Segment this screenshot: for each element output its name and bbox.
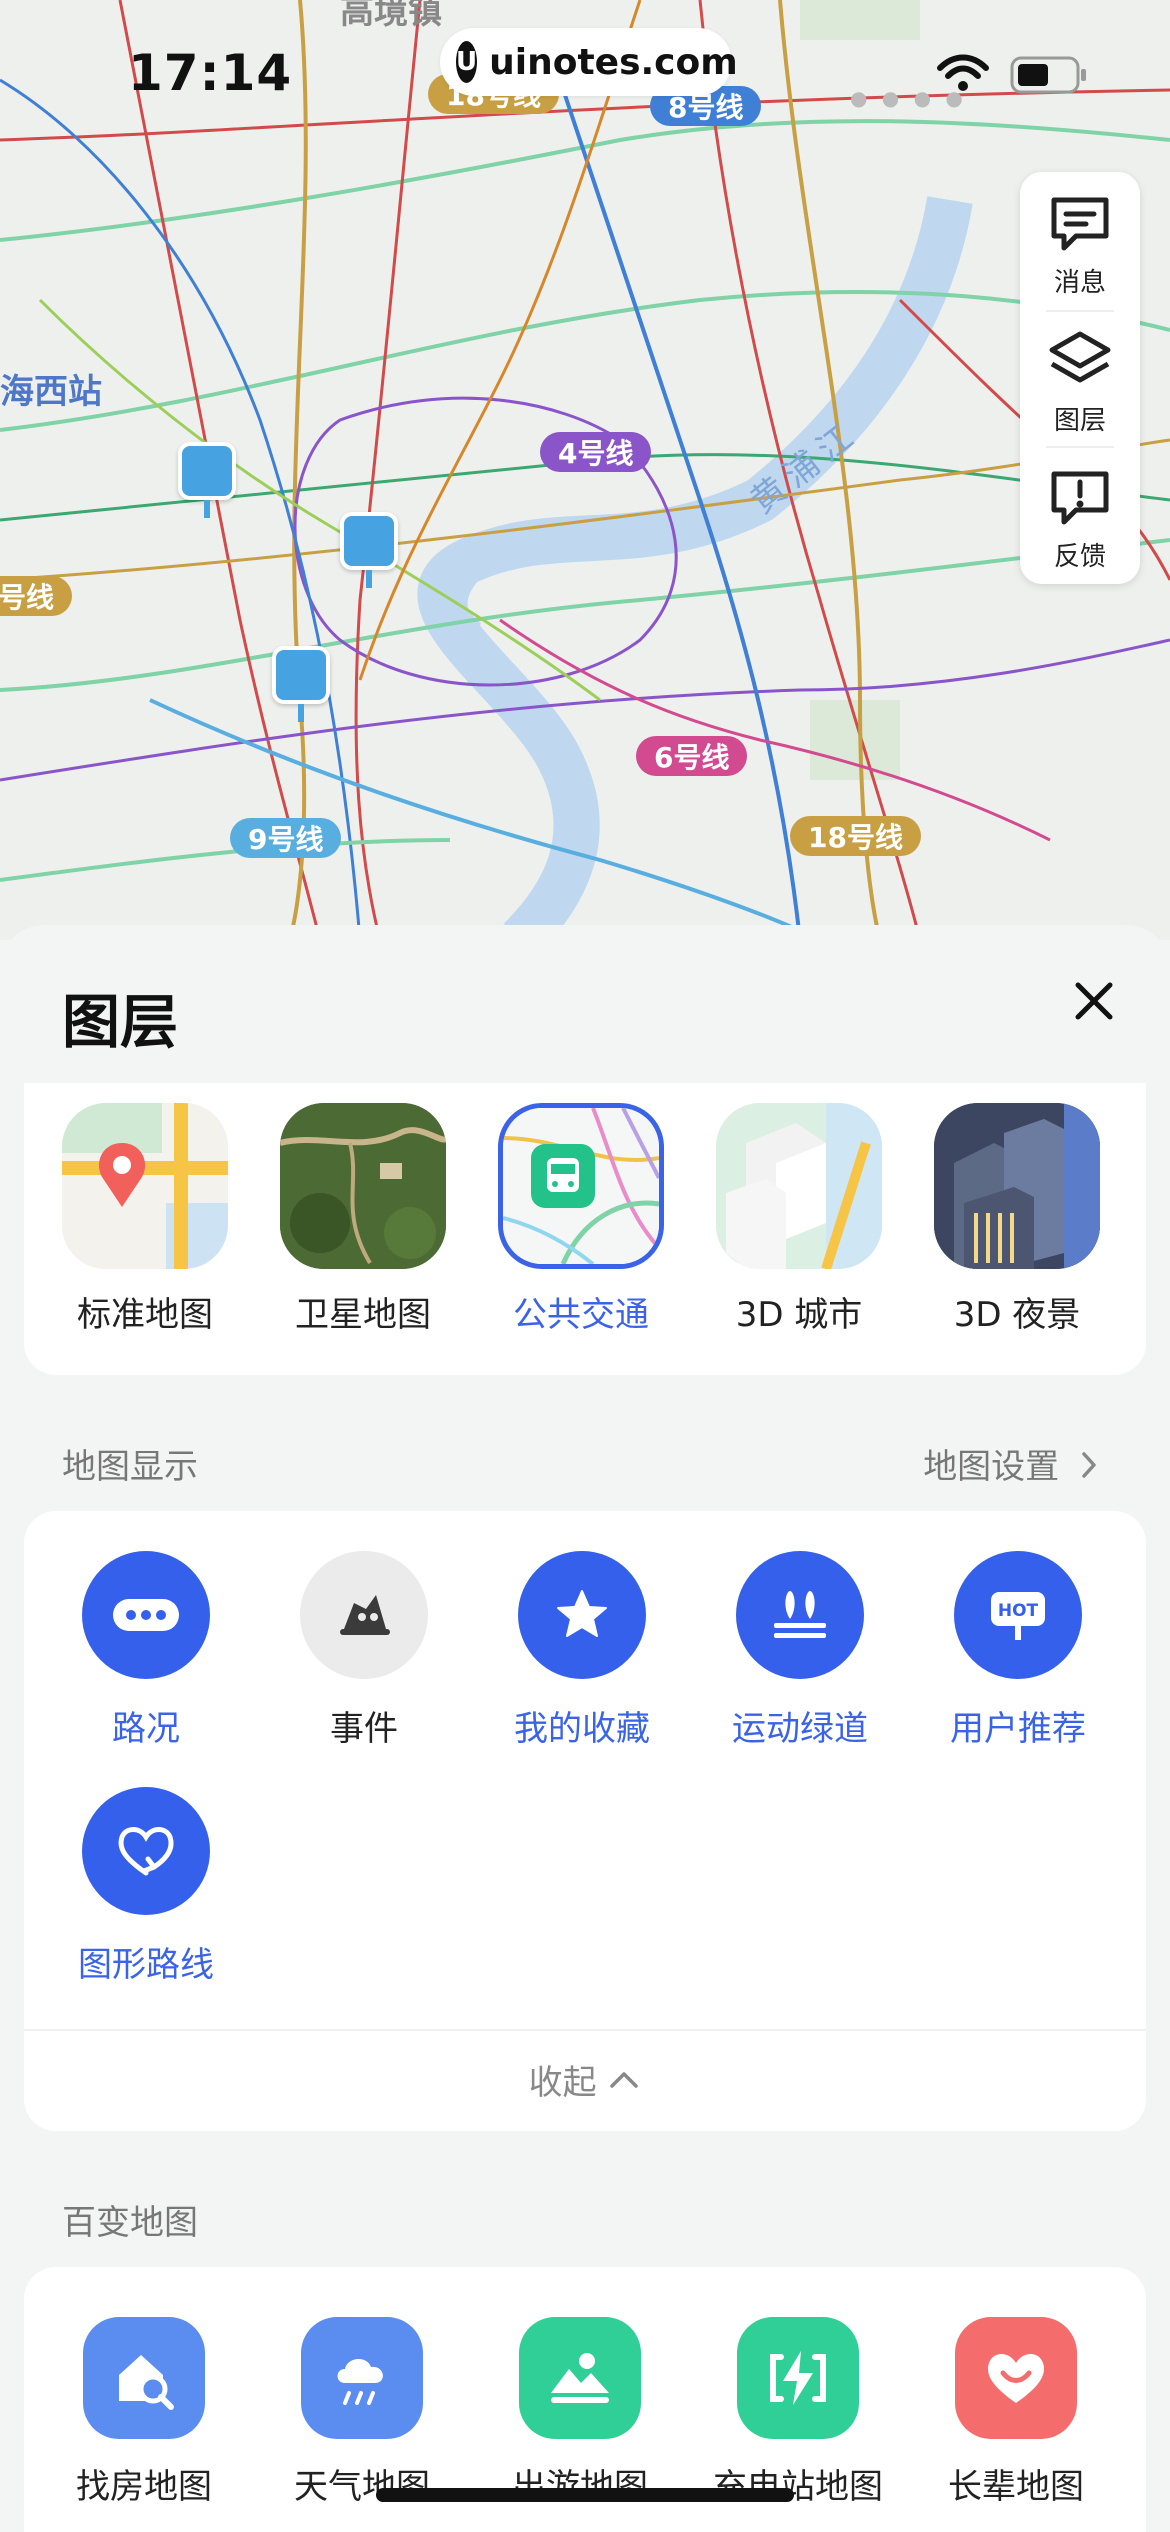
night-3d-thumb bbox=[934, 1103, 1100, 1269]
transit-map-art bbox=[503, 1108, 659, 1264]
layer-3d-night[interactable]: 3D 夜景 bbox=[934, 1103, 1100, 1336]
star-icon bbox=[518, 1551, 646, 1679]
metro-line-label: 18号线 bbox=[790, 816, 921, 856]
feedback-button[interactable]: 反馈 bbox=[1020, 446, 1140, 576]
transit-map-thumb bbox=[498, 1103, 664, 1269]
wifi-icon bbox=[937, 54, 989, 91]
collapse-button[interactable]: 收起 bbox=[24, 2055, 1146, 2104]
photo-pin-icon[interactable] bbox=[178, 442, 236, 518]
night-3d-art bbox=[934, 1103, 1100, 1269]
display-section-title: 地图显示 bbox=[62, 1447, 198, 1487]
charging-icon bbox=[737, 2317, 859, 2439]
feature-favorites[interactable]: 我的收藏 bbox=[497, 1551, 667, 1750]
layer-3d-city[interactable]: 3D 城市 bbox=[716, 1103, 882, 1336]
sheet-title: 图层 bbox=[62, 988, 179, 1056]
feature-label: 我的收藏 bbox=[514, 1709, 650, 1749]
variety-section-title: 百变地图 bbox=[62, 2203, 198, 2243]
feature-user-recommend[interactable]: HOT 用户推荐 bbox=[933, 1551, 1103, 1750]
photo-pin-icon[interactable] bbox=[272, 646, 330, 722]
layer-label: 卫星地图 bbox=[295, 1295, 431, 1335]
close-icon[interactable] bbox=[1062, 969, 1126, 1033]
layer-type-card: 标准地图 卫星地图 公共交通 3D 城市 3D 夜景 bbox=[24, 1083, 1146, 1375]
map-settings-label: 地图设置 bbox=[923, 1447, 1060, 1487]
heart-route-icon bbox=[82, 1787, 210, 1915]
elder-heart-icon bbox=[955, 2317, 1077, 2439]
layer-standard[interactable]: 标准地图 bbox=[62, 1103, 228, 1336]
layer-label: 标准地图 bbox=[77, 1295, 213, 1335]
variety-travel[interactable]: 出游地图 bbox=[480, 2317, 680, 2508]
metro-line-label: 4号线 bbox=[540, 432, 652, 472]
location-pin-icon[interactable] bbox=[340, 512, 398, 588]
home-indicator[interactable] bbox=[376, 2488, 794, 2502]
feature-greenway[interactable]: 运动绿道 bbox=[715, 1551, 885, 1750]
variety-house[interactable]: 找房地图 bbox=[44, 2317, 244, 2508]
feature-label: 用户推荐 bbox=[950, 1709, 1086, 1749]
chevron-up-icon bbox=[610, 2072, 639, 2088]
satellite-map-thumb bbox=[280, 1103, 446, 1269]
weather-icon bbox=[301, 2317, 423, 2439]
standard-map-thumb bbox=[62, 1103, 228, 1269]
message-icon bbox=[1051, 197, 1109, 251]
uinotes-logo-icon: U bbox=[456, 41, 478, 83]
status-bar: 17:14 U uinotes.com ● ● ● ● bbox=[0, 0, 1170, 150]
variety-label: 长辈地图 bbox=[948, 2467, 1084, 2507]
layers-icon bbox=[1049, 331, 1111, 383]
city-3d-thumb bbox=[716, 1103, 882, 1269]
metro-line-label: 号线 bbox=[0, 576, 73, 616]
satellite-map-art bbox=[280, 1103, 446, 1269]
battery-icon bbox=[1010, 56, 1086, 94]
feedback-label: 反馈 bbox=[1053, 542, 1106, 572]
feature-event[interactable]: 事件 bbox=[279, 1551, 449, 1750]
message-button[interactable]: 消息 bbox=[1020, 172, 1140, 302]
hot-text: HOT bbox=[998, 1601, 1039, 1621]
feature-label: 事件 bbox=[330, 1709, 398, 1749]
city-3d-art bbox=[716, 1103, 882, 1269]
house-search-icon bbox=[83, 2317, 205, 2439]
feature-label: 图形路线 bbox=[78, 1945, 214, 1985]
variety-weather[interactable]: 天气地图 bbox=[262, 2317, 462, 2508]
feature-shape-route[interactable]: 图形路线 bbox=[61, 1787, 231, 1986]
greenway-icon bbox=[736, 1551, 864, 1679]
system-icons: ● ● ● ● bbox=[850, 52, 1100, 110]
collapse-label: 收起 bbox=[528, 2063, 597, 2103]
standard-map-art bbox=[62, 1103, 228, 1269]
hot-icon: HOT bbox=[954, 1551, 1082, 1679]
map-settings-link[interactable]: 地图设置 bbox=[923, 1439, 1102, 1488]
url-pill[interactable]: U uinotes.com bbox=[440, 28, 738, 96]
place-label: 海西站 bbox=[0, 372, 102, 412]
variety-charging[interactable]: 充电站地图 bbox=[698, 2317, 898, 2508]
variety-elder[interactable]: 长辈地图 bbox=[916, 2317, 1116, 2508]
map-display-card: 路况 事件 我的收藏 运动绿道 HOT 用户推荐 图形路线 收起 bbox=[24, 1511, 1146, 2131]
status-time: 17:14 bbox=[128, 44, 293, 102]
url-text: uinotes.com bbox=[489, 41, 738, 83]
layers-button[interactable]: 图层 bbox=[1020, 310, 1140, 440]
layer-label: 3D 城市 bbox=[735, 1295, 863, 1335]
layer-label: 3D 夜景 bbox=[953, 1295, 1081, 1335]
metro-line-label: 9号线 bbox=[230, 818, 342, 858]
traffic-icon bbox=[82, 1551, 210, 1679]
map-side-toolbar: 消息 图层 反馈 bbox=[1020, 172, 1140, 584]
feedback-icon bbox=[1051, 471, 1109, 525]
layer-label: 公共交通 bbox=[513, 1295, 649, 1335]
feature-label: 运动绿道 bbox=[732, 1709, 868, 1749]
event-icon bbox=[300, 1551, 428, 1679]
feature-label: 路况 bbox=[112, 1709, 180, 1749]
travel-icon bbox=[519, 2317, 641, 2439]
layer-satellite[interactable]: 卫星地图 bbox=[280, 1103, 446, 1336]
layers-label: 图层 bbox=[1053, 406, 1106, 436]
message-label: 消息 bbox=[1053, 268, 1106, 298]
variety-label: 找房地图 bbox=[76, 2467, 212, 2507]
chevron-right-icon bbox=[1082, 1452, 1096, 1478]
metro-line-label: 6号线 bbox=[636, 736, 748, 776]
feature-traffic[interactable]: 路况 bbox=[61, 1551, 231, 1750]
layers-sheet: 图层 标准地图 卫星地图 公共交通 3D 城市 3D 夜景 地图显示 地图设置 … bbox=[0, 925, 1170, 2532]
layer-transit[interactable]: 公共交通 bbox=[498, 1103, 664, 1336]
divider bbox=[24, 2029, 1146, 2031]
